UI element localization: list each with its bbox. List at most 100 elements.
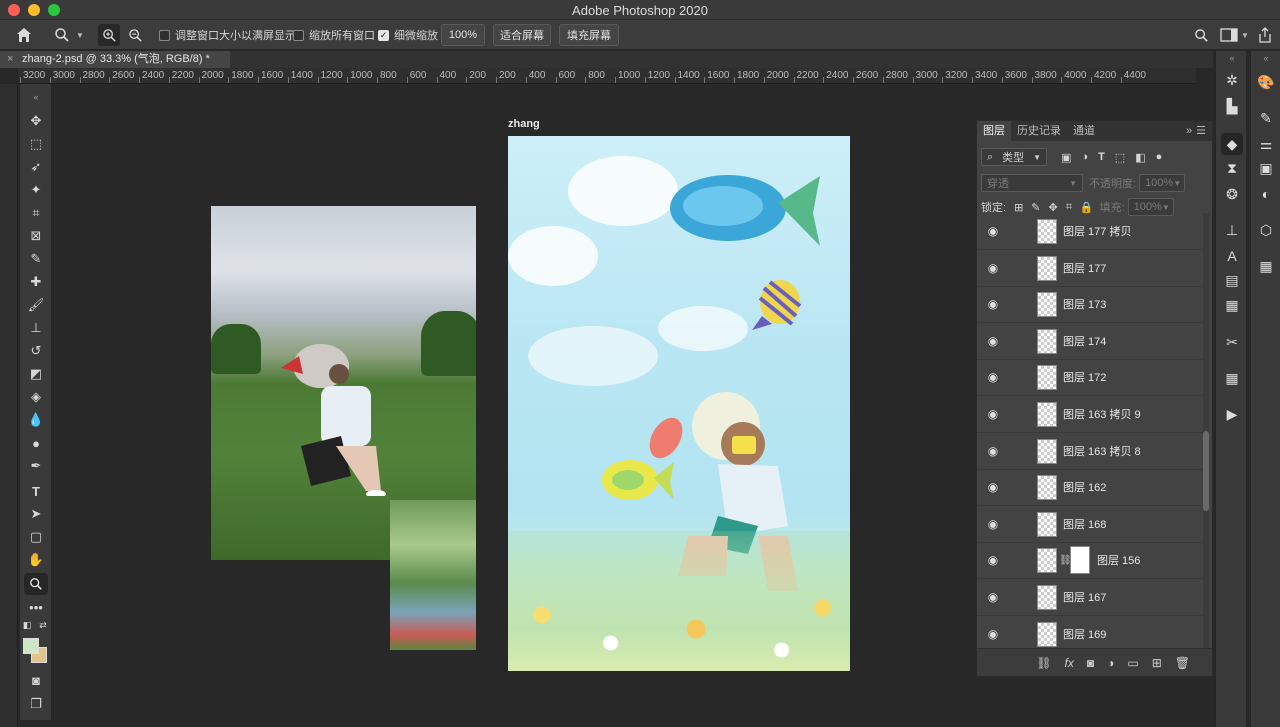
tab-history[interactable]: 历史记录 [1011, 121, 1067, 141]
scrubby-zoom-checkbox[interactable]: ✓ 细微缩放 [378, 20, 438, 50]
channels-icon[interactable]: ❂ [1221, 183, 1243, 205]
layer-row[interactable]: ◉ 图层 174 [977, 323, 1203, 360]
quick-mask-icon[interactable]: ◙ [24, 669, 48, 691]
visibility-eye-icon[interactable]: ◉ [985, 480, 1001, 494]
tool-presets-icon[interactable]: ✂ [1221, 331, 1243, 353]
zoom-all-windows-checkbox[interactable]: 缩放所有窗口 [293, 20, 375, 50]
adjustment-layer-icon[interactable]: ◑ [1107, 656, 1114, 670]
timeline-icon[interactable]: ▦ [1221, 367, 1243, 389]
tab-layers[interactable]: 图层 [977, 121, 1011, 141]
tab-channels[interactable]: 通道 [1067, 121, 1101, 141]
histogram-icon[interactable]: ▙ [1221, 95, 1243, 117]
marquee-tool-icon[interactable]: ⬚ [24, 133, 48, 155]
visibility-eye-icon[interactable]: ◉ [985, 224, 1001, 238]
layer-name[interactable]: 图层 156 [1097, 552, 1140, 568]
layer-row[interactable]: ◉ 图层 177 [977, 250, 1203, 287]
lock-position-icon[interactable]: ✥ [1049, 201, 1058, 214]
close-tab-icon[interactable]: × [7, 51, 13, 68]
blend-mode-select[interactable]: 穿透 ▼ [981, 174, 1083, 192]
layer-name[interactable]: 图层 162 [1063, 479, 1106, 495]
swap-colors-icon[interactable]: ⇄ [37, 619, 49, 631]
layers-scrollbar[interactable] [1203, 213, 1209, 649]
actions-play-icon[interactable]: ▶ [1221, 403, 1243, 425]
filter-shape-icon[interactable]: ⬚ [1115, 151, 1125, 164]
blur-tool-icon[interactable]: 💧 [24, 409, 48, 431]
more-tools-icon[interactable]: ••• [24, 596, 48, 618]
filter-toggle-icon[interactable]: ● [1156, 151, 1163, 163]
screen-mode-icon[interactable]: ❐ [24, 693, 48, 715]
healing-brush-tool-icon[interactable]: ✚ [24, 271, 48, 293]
path-selection-tool-icon[interactable]: ➤ [24, 503, 48, 525]
layer-name[interactable]: 图层 167 [1063, 589, 1106, 605]
zoom-tool-icon[interactable] [24, 573, 48, 595]
filter-type-icon[interactable]: T [1098, 151, 1105, 163]
3d-icon[interactable]: ⬡ [1255, 219, 1277, 241]
layer-row[interactable]: ◉ 图层 172 [977, 359, 1203, 397]
rectangle-tool-icon[interactable]: ▢ [24, 526, 48, 548]
layer-style-icon[interactable]: fx [1065, 656, 1074, 670]
pen-tool-icon[interactable]: ✒ [24, 455, 48, 477]
paint-bucket-tool-icon[interactable]: ◈ [24, 386, 48, 408]
opacity-input[interactable]: 100% ▼ [1139, 174, 1186, 192]
layer-name[interactable]: 图层 163 拷贝 9 [1063, 406, 1141, 422]
move-tool-icon[interactable]: ✥ [24, 110, 48, 132]
collapse-panel-icon[interactable]: » [1182, 121, 1196, 141]
properties-icon[interactable]: ◐ [1255, 183, 1277, 205]
notes-icon[interactable]: ▦ [1221, 294, 1243, 316]
workspace-button[interactable]: ▼ [1220, 20, 1249, 50]
fill-screen-button[interactable]: 填充屏幕 [559, 24, 619, 46]
magic-wand-tool-icon[interactable]: ✦ [24, 179, 48, 201]
layer-name[interactable]: 图层 177 拷贝 [1063, 223, 1131, 239]
link-layers-icon[interactable]: ⛓ [1036, 656, 1051, 670]
color-icon[interactable]: 🎨 [1255, 71, 1277, 93]
fit-screen-button[interactable]: 适合屏幕 [493, 24, 551, 46]
navigator-icon[interactable]: ✲ [1221, 69, 1243, 91]
panel-menu-icon[interactable]: ☰ [1196, 121, 1212, 141]
lock-image-icon[interactable]: ✎ [1031, 201, 1040, 214]
collapse-dock-icon[interactable]: « [1255, 51, 1277, 65]
lock-all-icon[interactable]: 🔒 [1080, 201, 1094, 214]
vertical-ruler[interactable] [0, 84, 18, 727]
crop-tool-icon[interactable]: ⌗ [24, 202, 48, 224]
brush-tool-icon[interactable]: 🖌 [24, 294, 48, 316]
delete-layer-icon[interactable]: 🗑 [1175, 656, 1190, 670]
layer-row[interactable]: ◉ ⛓ 图层 156 [977, 542, 1203, 580]
collapse-toolbar-icon[interactable]: « [24, 86, 48, 108]
eraser-tool-icon[interactable]: ◩ [24, 363, 48, 385]
visibility-eye-icon[interactable]: ◉ [985, 334, 1001, 348]
adjustments-icon[interactable]: ⚌ [1255, 133, 1277, 155]
add-mask-icon[interactable]: ◙ [1087, 656, 1094, 670]
lock-artboard-icon[interactable]: ⌗ [1066, 201, 1072, 214]
layer-name[interactable]: 图层 172 [1063, 369, 1106, 385]
visibility-eye-icon[interactable]: ◉ [985, 370, 1001, 384]
collapse-dock-icon[interactable]: « [1221, 51, 1243, 65]
artboard-label[interactable]: zhang [508, 118, 540, 130]
history-icon[interactable]: ⧗ [1221, 157, 1243, 179]
character-icon[interactable]: A [1221, 245, 1243, 267]
libraries-icon[interactable]: ▣ [1255, 157, 1277, 179]
foreground-color-swatch[interactable] [23, 638, 39, 654]
filter-smart-object-icon[interactable]: ◧ [1135, 151, 1145, 164]
default-colors-icon[interactable]: ◧ [21, 619, 33, 631]
zoom-value-field[interactable]: 100% [441, 24, 485, 46]
lock-transparent-icon[interactable]: ⊞ [1014, 201, 1023, 214]
layer-name[interactable]: 图层 174 [1063, 333, 1106, 349]
eyedropper-tool-icon[interactable]: ✎ [24, 248, 48, 270]
new-layer-icon[interactable]: ⊞ [1152, 656, 1162, 670]
search-button[interactable] [1194, 20, 1209, 50]
filter-adjustment-icon[interactable]: ◑ [1081, 151, 1088, 163]
zoom-out-button[interactable] [128, 20, 143, 50]
frame-tool-icon[interactable]: ⊠ [24, 225, 48, 247]
layer-row[interactable]: ◉ 图层 177 拷贝 [977, 213, 1203, 250]
clone-source-icon[interactable]: ⊥ [1221, 219, 1243, 241]
document-tab[interactable]: × zhang-2.psd @ 33.3% (气泡, RGB/8) * [0, 51, 230, 68]
visibility-eye-icon[interactable]: ◉ [985, 297, 1001, 311]
layer-filter-select[interactable]: ⌕ 类型 ▼ [981, 148, 1047, 166]
visibility-eye-icon[interactable]: ◉ [985, 261, 1001, 275]
layer-row[interactable]: ◉ 图层 163 拷贝 8 [977, 433, 1203, 470]
filter-pixel-icon[interactable]: ▣ [1061, 151, 1071, 164]
visibility-eye-icon[interactable]: ◉ [985, 517, 1001, 531]
scrollbar-thumb[interactable] [1203, 431, 1209, 511]
paragraph-icon[interactable]: ▤ [1221, 269, 1243, 291]
layer-row[interactable]: ◉ 图层 168 [977, 506, 1203, 543]
